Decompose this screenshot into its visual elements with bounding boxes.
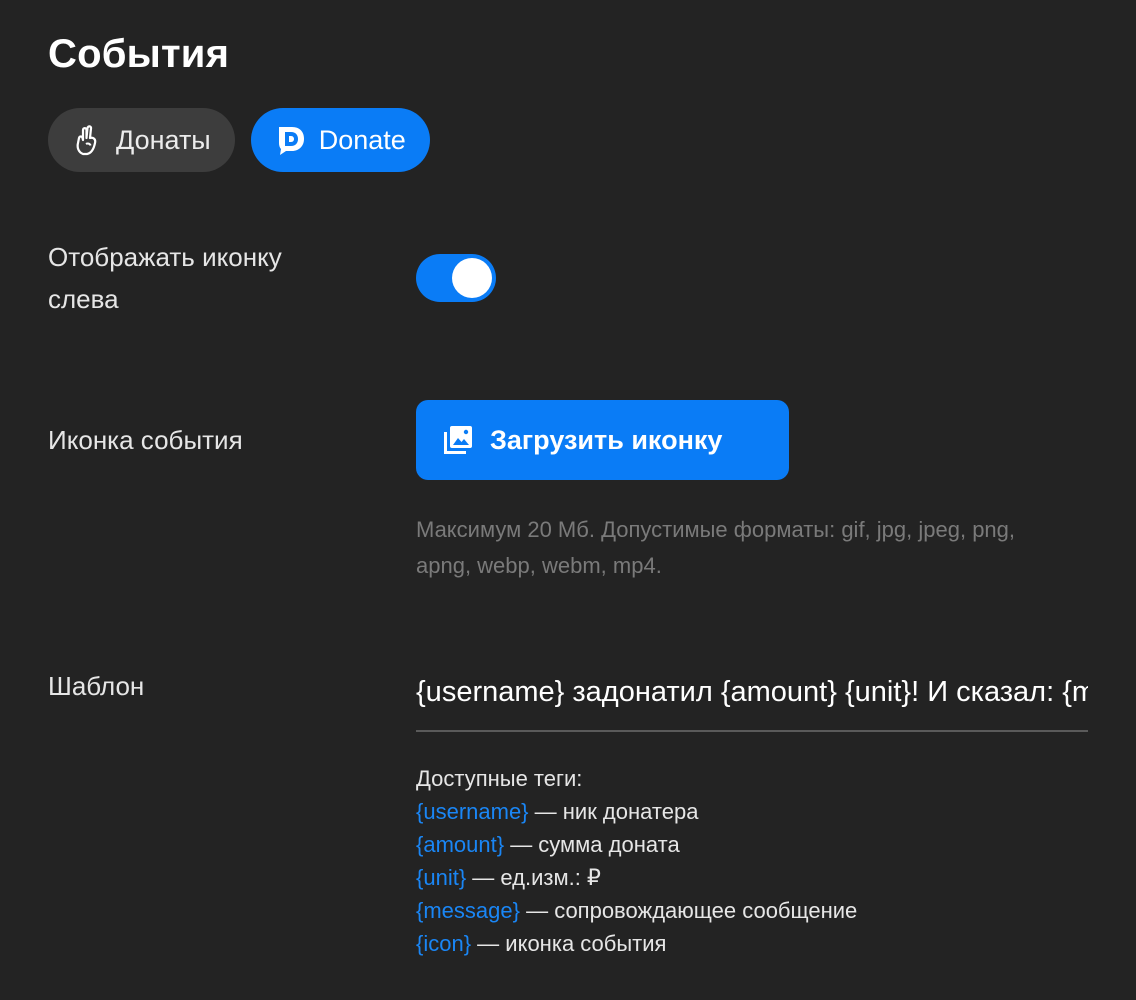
- toggle-knob: [452, 258, 492, 298]
- tag-name: {username}: [416, 799, 529, 824]
- tag-description: — сумма доната: [504, 832, 680, 857]
- tab-label: Donate: [318, 124, 406, 155]
- event-icon-label: Иконка события: [48, 425, 243, 455]
- tag-name: {amount}: [416, 832, 505, 857]
- upload-hint: Максимум 20 Мб. Допустимые форматы: gif,…: [416, 512, 1096, 584]
- event-source-tabs: Донаты Donate: [48, 108, 430, 172]
- template-input[interactable]: [416, 664, 1088, 720]
- tag-item: {icon} — иконка события: [416, 927, 857, 960]
- tags-heading: Доступные теги:: [416, 766, 583, 791]
- upload-icon-button[interactable]: Загрузить иконку: [416, 400, 789, 480]
- tag-description: — ед.изм.: ₽: [466, 865, 601, 890]
- label-line: Отображать иконку: [48, 242, 282, 272]
- hand-icon: [72, 124, 104, 156]
- hint-line: apng, webp, webm, mp4.: [416, 553, 662, 578]
- events-settings-page: События Донаты Donate Отображать иконку …: [0, 0, 1136, 1000]
- tag-item: {unit} — ед.изм.: ₽: [416, 861, 857, 894]
- template-field: [416, 660, 1088, 732]
- show-icon-left-toggle[interactable]: [416, 254, 496, 302]
- tag-name: {icon}: [416, 931, 472, 956]
- tag-name: {message}: [416, 898, 520, 923]
- tag-description: — иконка события: [471, 931, 667, 956]
- tab-donaty[interactable]: Донаты: [48, 108, 235, 172]
- label-line: слева: [48, 284, 119, 314]
- page-title: События: [48, 32, 230, 76]
- tag-item: {username} — ник донатера: [416, 795, 857, 828]
- template-label: Шаблон: [48, 671, 145, 701]
- tag-item: {message} — сопровождающее сообщение: [416, 894, 857, 927]
- upload-button-label: Загрузить иконку: [490, 424, 723, 455]
- tab-label: Донаты: [116, 124, 211, 155]
- hint-line: Максимум 20 Мб. Допустимые форматы: gif,…: [416, 517, 1016, 542]
- image-icon: [442, 424, 474, 456]
- available-tags: Доступные теги: {username} — ник донатер…: [416, 762, 857, 960]
- show-icon-left-label: Отображать иконку слева: [48, 236, 282, 320]
- tag-name: {unit}: [416, 865, 467, 890]
- donate-logo-icon: [275, 124, 307, 156]
- tag-description: — ник донатера: [528, 799, 699, 824]
- tag-description: — сопровождающее сообщение: [519, 898, 858, 923]
- tab-donate[interactable]: Donate: [250, 108, 430, 172]
- tag-item: {amount} — сумма доната: [416, 828, 857, 861]
